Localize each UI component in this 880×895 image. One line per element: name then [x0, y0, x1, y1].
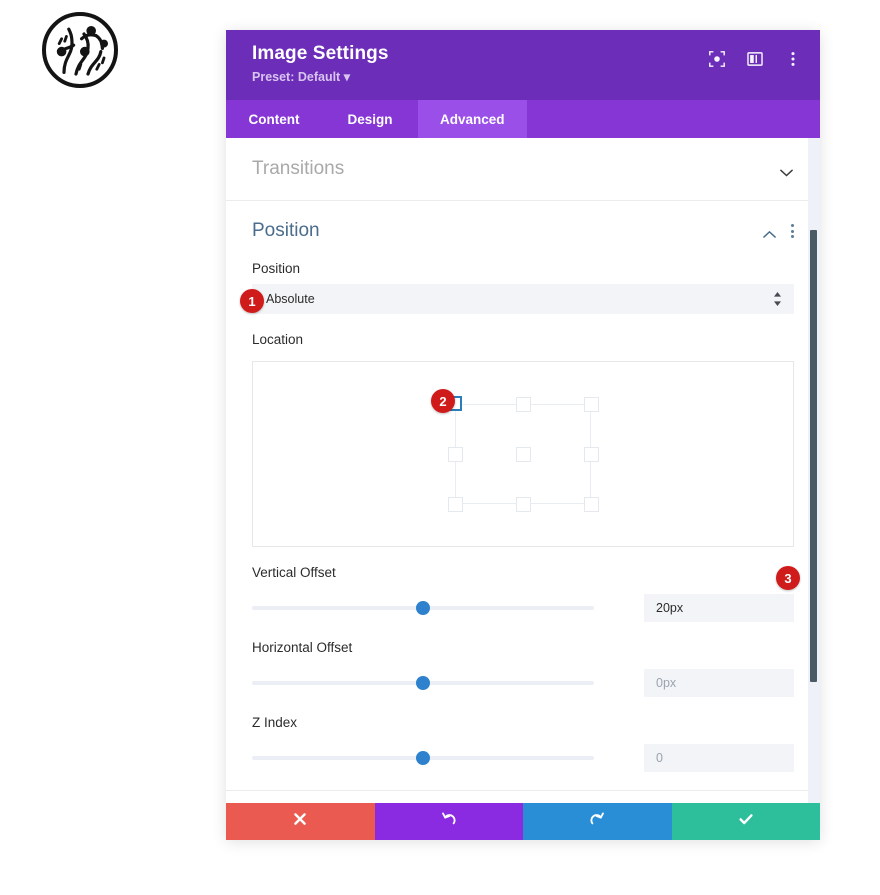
tab-advanced[interactable]: Advanced [418, 100, 527, 138]
section-position-label: Position [252, 220, 320, 241]
vertical-offset-input[interactable]: 20px [644, 594, 794, 622]
location-field: Location [252, 332, 794, 547]
horizontal-offset-label: Horizontal Offset [252, 640, 353, 655]
annotation-badge-1: 1 [240, 289, 264, 313]
z-index-slider[interactable] [252, 748, 594, 768]
kebab-menu-icon[interactable] [784, 50, 802, 68]
preset-selector[interactable]: Preset: Default ▾ [252, 69, 798, 85]
check-icon [738, 811, 754, 832]
location-field-label: Location [252, 332, 304, 347]
chevron-up-icon[interactable] [762, 227, 777, 238]
position-field-label: Position [252, 261, 301, 276]
position-select-value: Absolute [266, 292, 315, 306]
cancel-button[interactable] [226, 803, 375, 840]
location-grid [447, 396, 599, 512]
section-position: Position Position Absolute Location Vert… [226, 201, 820, 790]
vertical-offset-slider[interactable] [252, 598, 594, 618]
location-picker[interactable] [252, 361, 794, 547]
vertical-offset-field: Vertical Offset 20px [252, 565, 794, 622]
z-index-row: 0 [252, 744, 794, 772]
z-index-field: Z Index 0 [252, 715, 794, 772]
location-cell-bottom-left[interactable] [448, 497, 463, 512]
slider-thumb[interactable] [416, 676, 430, 690]
section-options-kebab-icon[interactable] [791, 224, 794, 238]
z-index-input[interactable]: 0 [644, 744, 794, 772]
slider-thumb[interactable] [416, 751, 430, 765]
position-select[interactable]: Absolute [252, 284, 794, 314]
modal-header: Image Settings Preset: Default ▾ [226, 30, 820, 100]
tab-design[interactable]: Design [322, 100, 418, 138]
location-cell-middle-left[interactable] [448, 447, 463, 462]
redo-button[interactable] [523, 803, 672, 840]
select-updown-icon [773, 292, 782, 306]
tab-content[interactable]: Content [226, 100, 322, 138]
section-position-tools [762, 224, 794, 238]
section-transitions-label: Transitions [252, 158, 345, 179]
modal-footer-actions [226, 803, 820, 840]
location-cell-middle-right[interactable] [584, 447, 599, 462]
redo-arrow-icon [589, 811, 605, 832]
modal-body: Transitions Position Position Absolute L… [226, 138, 820, 840]
location-cell-top-center[interactable] [515, 397, 531, 412]
focus-target-icon[interactable] [708, 50, 726, 68]
annotation-badge-3: 3 [776, 566, 800, 590]
image-settings-modal: Image Settings Preset: Default ▾ Content… [226, 30, 820, 840]
save-button[interactable] [671, 803, 820, 840]
x-icon [292, 811, 308, 832]
horizontal-offset-input[interactable]: 0px [644, 669, 794, 697]
horizontal-offset-field: Horizontal Offset 0px [252, 640, 794, 697]
vertical-offset-label: Vertical Offset [252, 565, 336, 580]
scrollbar-thumb[interactable] [810, 230, 817, 682]
slider-thumb[interactable] [416, 601, 430, 615]
section-position-body: Position Absolute Location Vertical Offs… [226, 261, 820, 790]
layout-panel-icon[interactable] [746, 50, 764, 68]
annotation-badge-2: 2 [431, 389, 455, 413]
location-cell-bottom-right[interactable] [584, 497, 599, 512]
section-transitions[interactable]: Transitions [226, 138, 820, 201]
undo-button[interactable] [374, 803, 523, 840]
chevron-down-icon [779, 165, 794, 177]
circuit-logo [42, 12, 118, 88]
location-cell-middle-center[interactable] [515, 447, 531, 462]
z-index-label: Z Index [252, 715, 298, 730]
location-cell-bottom-center[interactable] [515, 497, 531, 512]
horizontal-offset-row: 0px [252, 669, 794, 697]
horizontal-offset-slider[interactable] [252, 673, 594, 693]
location-cell-top-right[interactable] [584, 397, 599, 412]
scrollbar-track[interactable] [808, 138, 820, 840]
header-icon-group [708, 50, 802, 68]
modal-tabs: Content Design Advanced [226, 100, 820, 138]
section-position-header[interactable]: Position [226, 201, 820, 261]
vertical-offset-row: 20px [252, 594, 794, 622]
undo-arrow-icon [441, 811, 457, 832]
